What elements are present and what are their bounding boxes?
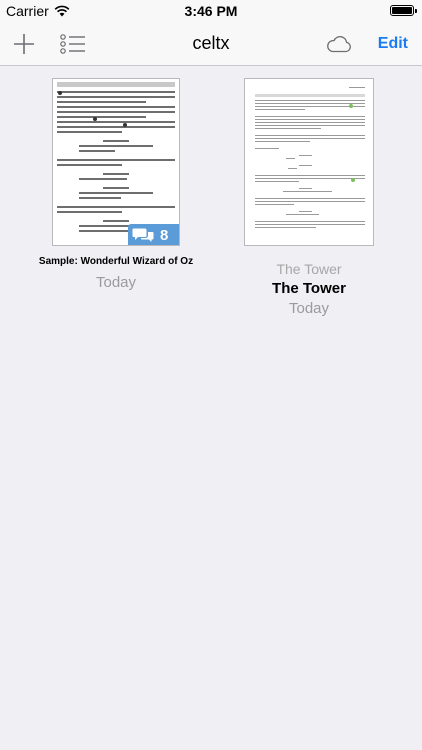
screen: Carrier 3:46 PM celtx Edit 8 Sample: Won… bbox=[0, 0, 422, 750]
status-bar: Carrier 3:46 PM bbox=[0, 0, 422, 22]
list-icon bbox=[60, 33, 85, 54]
cloud-icon bbox=[327, 35, 351, 52]
document-title: The Tower bbox=[272, 280, 346, 297]
comments-icon bbox=[132, 228, 154, 242]
document-thumbnail[interactable] bbox=[244, 78, 374, 246]
battery-icon bbox=[390, 5, 417, 16]
script-preview bbox=[57, 82, 175, 235]
list-view-button[interactable] bbox=[56, 22, 90, 65]
script-preview bbox=[255, 87, 365, 230]
add-document-button[interactable] bbox=[8, 22, 40, 65]
plus-icon bbox=[14, 33, 34, 54]
navigation-bar: celtx Edit bbox=[0, 22, 422, 66]
clock: 3:46 PM bbox=[184, 3, 238, 19]
document-item[interactable]: The Tower The Tower Today bbox=[229, 78, 389, 317]
document-date: Today bbox=[288, 300, 330, 317]
comment-marker bbox=[123, 123, 127, 127]
comment-marker bbox=[58, 91, 62, 95]
document-item[interactable]: 8 Sample: Wonderful Wizard of Oz Today bbox=[36, 78, 196, 291]
document-title-secondary: The Tower bbox=[276, 261, 342, 277]
comment-marker bbox=[351, 178, 355, 182]
comment-marker bbox=[93, 117, 97, 121]
document-date: Today bbox=[95, 274, 137, 291]
comment-marker bbox=[349, 104, 353, 108]
comment-count-badge[interactable]: 8 bbox=[128, 224, 179, 245]
cloud-sync-button[interactable] bbox=[324, 22, 354, 65]
document-title: Sample: Wonderful Wizard of Oz bbox=[38, 256, 194, 267]
comment-count: 8 bbox=[160, 226, 169, 244]
edit-button[interactable]: Edit bbox=[378, 22, 408, 65]
document-thumbnail[interactable]: 8 bbox=[52, 78, 180, 246]
